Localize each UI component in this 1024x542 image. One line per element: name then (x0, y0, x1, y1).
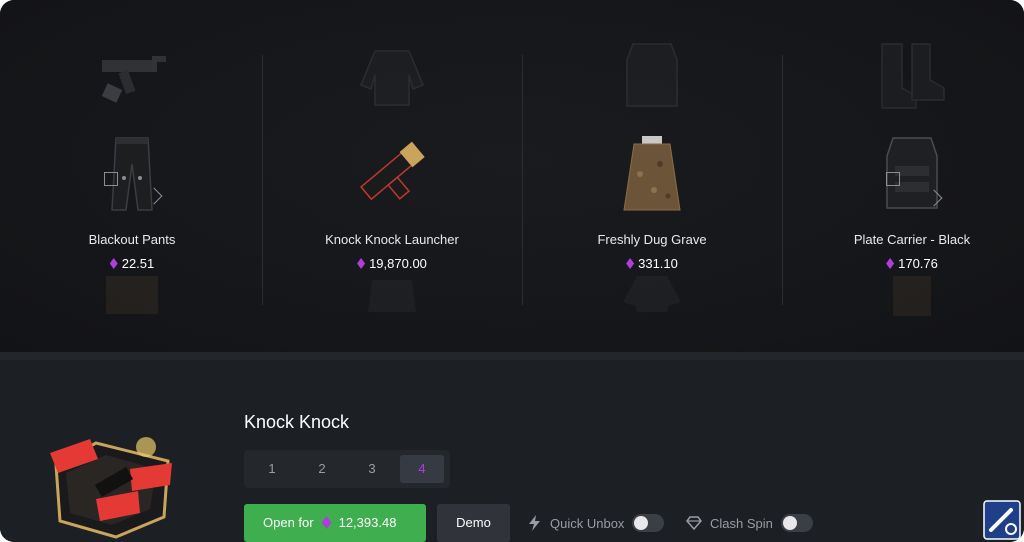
ghost-item-image (893, 276, 931, 316)
reel-column-2: Knock Knock Launcher 19,870.00 (262, 0, 522, 352)
clash-spin-label: Clash Spin (710, 515, 773, 531)
item-name: Freshly Dug Grave (597, 232, 707, 247)
vest-image (626, 43, 678, 107)
item-price-value: 170.76 (898, 256, 938, 271)
quick-unbox-control: Quick Unbox (528, 512, 665, 534)
open-label: Open for (263, 515, 314, 530)
ghost-item-image (106, 276, 158, 314)
quick-unbox-toggle[interactable] (632, 514, 665, 532)
diamond-icon (686, 516, 702, 530)
open-price: 12,393.48 (338, 515, 397, 530)
reel-column-1: Blackout Pants 22.51 (2, 0, 262, 352)
item-price: 170.76 (782, 256, 1024, 271)
boots-image (881, 43, 945, 109)
gem-icon (357, 258, 366, 269)
freshly-dug-grave-image (623, 136, 681, 211)
knock-knock-case-image (50, 437, 172, 539)
gun-image (101, 56, 166, 103)
gem-icon (626, 258, 635, 269)
ghost-item-image (623, 276, 681, 312)
tab-3[interactable]: 3 (350, 455, 394, 483)
item-reel: Blackout Pants 22.51 Knock Knock Launche… (0, 0, 1024, 352)
open-case-button[interactable]: Open for 12,393.48 (244, 504, 426, 542)
item-price-value: 19,870.00 (369, 256, 427, 271)
ghost-item-image (368, 280, 416, 312)
tab-1[interactable]: 1 (250, 455, 294, 483)
gem-icon (109, 258, 118, 269)
reel-separator (0, 352, 1024, 360)
corner-bracket-icon (886, 172, 900, 186)
tab-4[interactable]: 4 (400, 455, 444, 483)
item-name: Knock Knock Launcher (325, 232, 459, 247)
gem-icon (886, 258, 895, 269)
tab-2[interactable]: 2 (300, 455, 344, 483)
app-window: Blackout Pants 22.51 Knock Knock Launche… (0, 0, 1024, 542)
item-price: 19,870.00 (262, 256, 522, 271)
reel-column-3: Freshly Dug Grave 331.10 (522, 0, 782, 352)
reel-column-4: Plate Carrier - Black 170.76 (782, 0, 1024, 352)
case-title: Knock Knock (244, 412, 350, 432)
clash-spin-toggle[interactable] (780, 514, 813, 532)
lightning-icon (529, 515, 540, 531)
gem-icon (321, 516, 332, 529)
item-price-value: 331.10 (638, 256, 678, 271)
item-price: 22.51 (2, 256, 262, 271)
case-count-tabs: 1 2 3 4 (244, 450, 450, 488)
knock-knock-launcher-image (360, 141, 425, 201)
demo-button[interactable]: Demo (437, 504, 510, 542)
recaptcha-logo-icon (983, 500, 1021, 540)
clash-spin-control: Clash Spin (686, 512, 813, 534)
item-price: 331.10 (522, 256, 782, 271)
item-price-value: 22.51 (121, 256, 155, 271)
item-name: Blackout Pants (88, 232, 176, 247)
quick-unbox-label: Quick Unbox (550, 515, 625, 531)
jacket-image (360, 50, 424, 106)
corner-bracket-icon (104, 172, 118, 186)
item-name: Plate Carrier - Black (853, 232, 971, 247)
